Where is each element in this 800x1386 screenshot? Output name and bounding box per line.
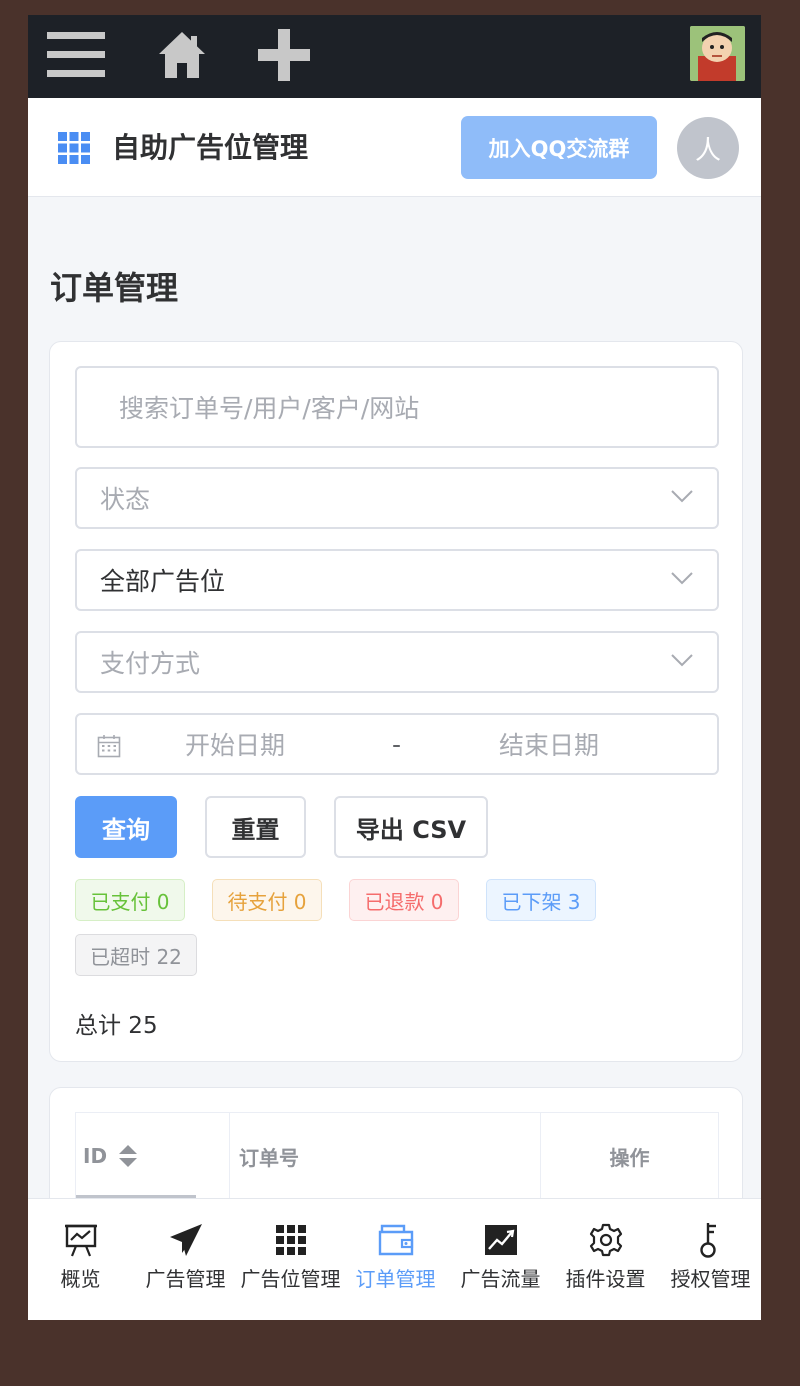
tab-license-management-label: 授权管理 (670, 1267, 751, 1291)
end-date-input[interactable]: 结束日期 (499, 726, 599, 762)
ad-slot-value: 全部广告位 (100, 567, 226, 596)
payment-method-select[interactable]: 支付方式 (75, 631, 719, 693)
reset-button[interactable]: 重置 (205, 796, 306, 858)
status-placeholder: 状态 (100, 485, 151, 514)
user-avatar[interactable]: 人 (677, 117, 739, 179)
filter-card: 搜索订单号/用户/客户/网站 状态 全部广告位 支付方式 开始日期 - 结束日期 (49, 341, 743, 1062)
tab-ad-slot-management[interactable]: 广告位管理 (238, 1199, 343, 1320)
column-header-order-no: 订单号 (230, 1113, 541, 1199)
column-header-id[interactable]: ID (76, 1113, 230, 1199)
sort-icon[interactable] (119, 1145, 138, 1167)
ad-slot-select[interactable]: 全部广告位 (75, 549, 719, 611)
wallet-icon (343, 1223, 448, 1257)
start-date-input[interactable]: 开始日期 (185, 726, 285, 762)
date-range-picker[interactable]: 开始日期 - 结束日期 (75, 713, 719, 775)
tab-order-management[interactable]: 订单管理 (343, 1199, 448, 1320)
paper-plane-icon (133, 1223, 238, 1257)
grid-icon (238, 1223, 343, 1257)
top-toolbar (28, 15, 761, 98)
tab-order-management-label: 订单管理 (355, 1267, 436, 1291)
bottom-tab-bar: 概览 广告管理 广告位管理 订单管理 广告流量 插件设置 授权管理 (28, 1198, 761, 1320)
status-tag-refunded[interactable]: 已退款 0 (349, 879, 459, 921)
profile-avatar-image[interactable] (690, 26, 745, 81)
app-grid-icon (58, 132, 90, 164)
search-placeholder: 搜索订单号/用户/客户/网站 (119, 394, 420, 423)
query-button[interactable]: 查询 (75, 796, 177, 858)
app-title: 自助广告位管理 (112, 131, 309, 164)
app-header: 自助广告位管理 加入QQ交流群 人 (28, 98, 761, 197)
tab-overview[interactable]: 概览 (28, 1199, 133, 1320)
chevron-down-icon (671, 572, 693, 585)
column-header-id-label: ID (83, 1144, 108, 1168)
table-header: ID 订单号 操作 (75, 1112, 719, 1200)
tab-plugin-settings[interactable]: 插件设置 (553, 1199, 658, 1320)
chevron-down-icon (671, 490, 693, 503)
menu-icon[interactable] (46, 27, 106, 83)
trend-chart-icon (448, 1223, 553, 1257)
page-title: 订单管理 (50, 269, 179, 307)
status-tag-removed[interactable]: 已下架 3 (486, 879, 596, 921)
plus-icon[interactable] (256, 27, 312, 83)
export-csv-button[interactable]: 导出 CSV (334, 796, 488, 858)
status-tag-paid[interactable]: 已支付 0 (75, 879, 185, 921)
tab-ad-slot-management-label: 广告位管理 (240, 1267, 341, 1291)
status-tag-pending[interactable]: 待支付 0 (212, 879, 322, 921)
search-input[interactable]: 搜索订单号/用户/客户/网站 (75, 366, 719, 448)
tab-ad-traffic-label: 广告流量 (460, 1267, 541, 1291)
tab-ad-management[interactable]: 广告管理 (133, 1199, 238, 1320)
join-qq-group-button[interactable]: 加入QQ交流群 (461, 116, 657, 179)
gear-icon (553, 1223, 658, 1257)
tab-ad-management-label: 广告管理 (145, 1267, 226, 1291)
tab-ad-traffic[interactable]: 广告流量 (448, 1199, 553, 1320)
status-select[interactable]: 状态 (75, 467, 719, 529)
status-tag-expired[interactable]: 已超时 22 (75, 934, 197, 976)
order-total: 总计 25 (75, 1013, 158, 1039)
home-icon[interactable] (154, 27, 210, 83)
app-screen: 自助广告位管理 加入QQ交流群 人 订单管理 搜索订单号/用户/客户/网站 状态… (28, 15, 761, 1320)
key-icon (658, 1223, 761, 1258)
tab-license-management[interactable]: 授权管理 (658, 1199, 761, 1320)
date-separator: - (392, 729, 402, 759)
tab-overview-label: 概览 (60, 1267, 101, 1291)
tab-plugin-settings-label: 插件设置 (565, 1267, 646, 1291)
payment-placeholder: 支付方式 (100, 649, 201, 678)
chevron-down-icon (671, 654, 693, 667)
calendar-icon (97, 735, 121, 758)
presentation-chart-icon (28, 1223, 133, 1257)
column-header-actions: 操作 (609, 1145, 650, 1170)
